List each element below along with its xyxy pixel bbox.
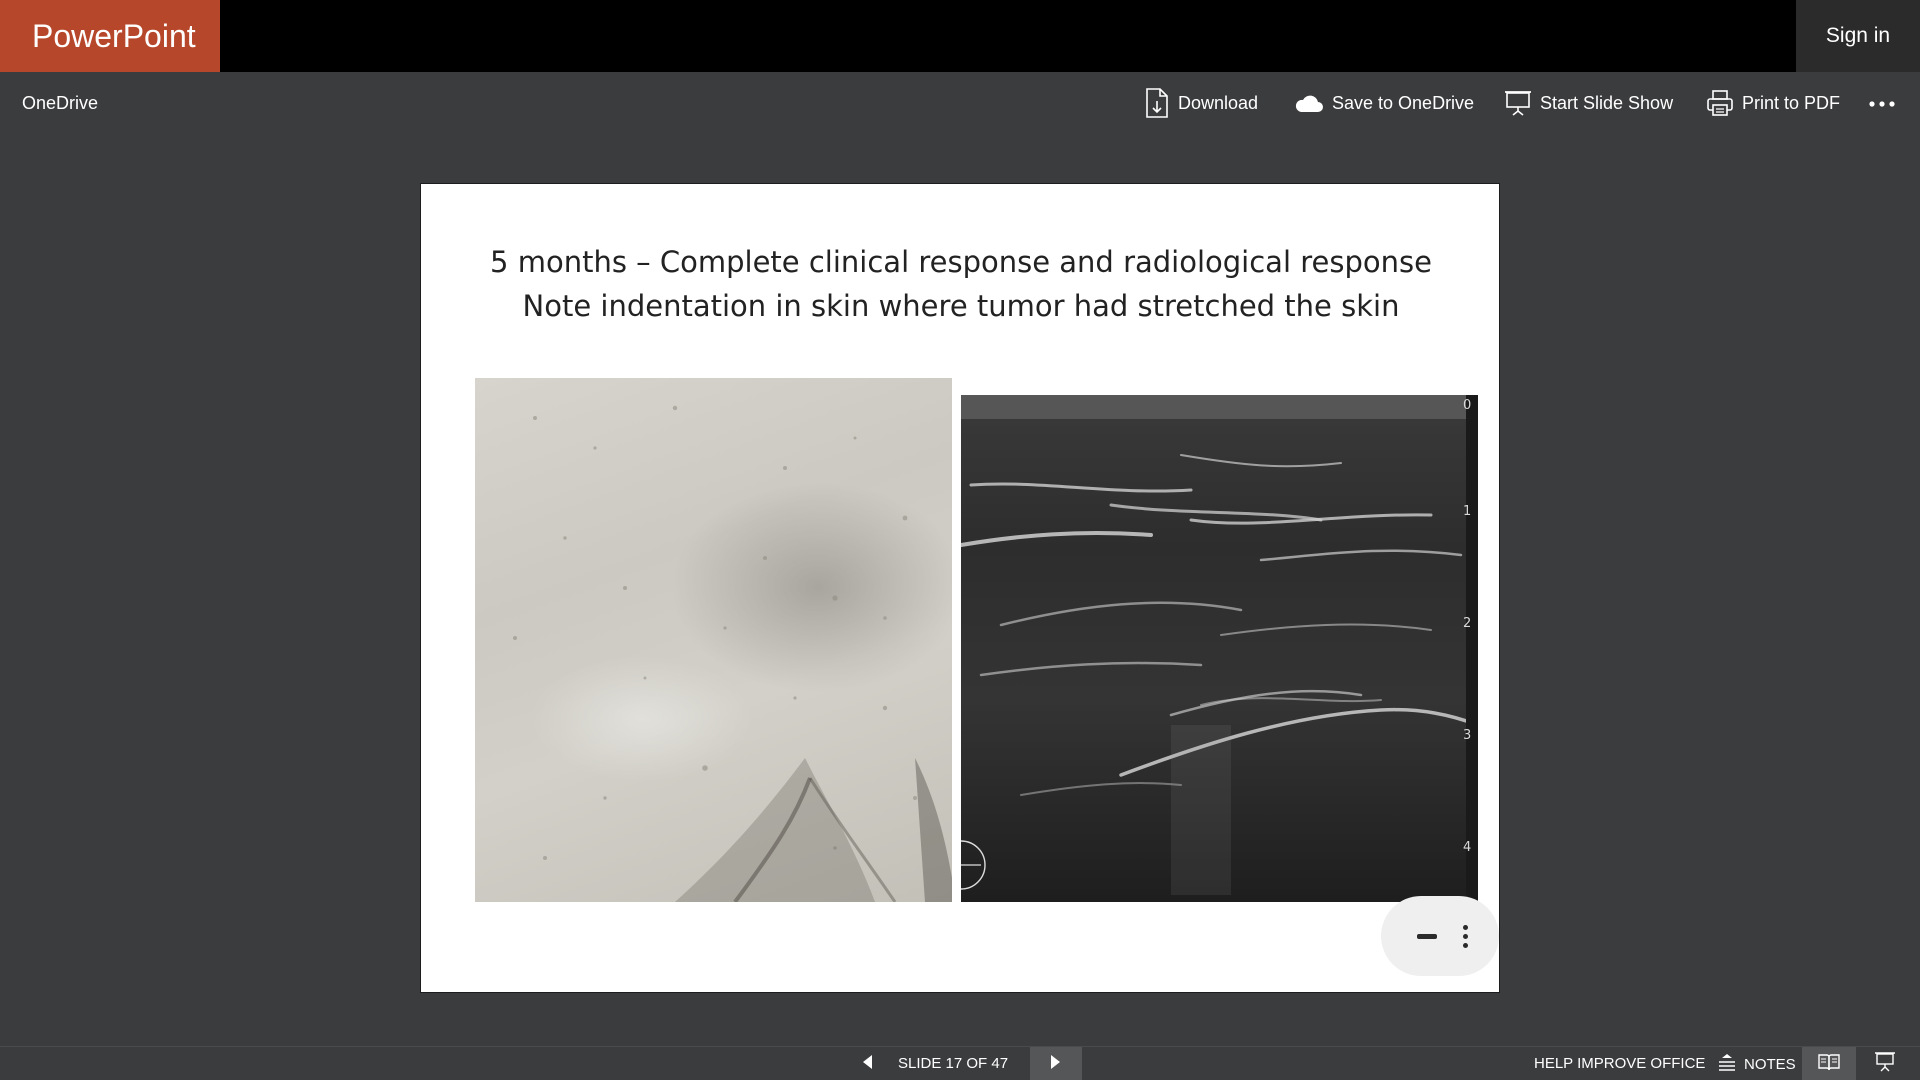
triangle-left-icon [861, 1054, 873, 1075]
slide-counter: SLIDE 17 OF 47 [898, 1055, 1009, 1072]
cloud-icon [1294, 92, 1324, 114]
skin-photo [475, 378, 952, 902]
app-title[interactable]: PowerPoint [0, 0, 220, 72]
breadcrumb-onedrive[interactable]: OneDrive [22, 72, 98, 134]
start-slide-show-button[interactable]: Start Slide Show [1504, 72, 1673, 134]
presentation-icon [1874, 1051, 1896, 1077]
help-improve-office-link[interactable]: HELP IMPROVE OFFICE [1534, 1047, 1705, 1080]
previous-slide-button[interactable] [852, 1047, 882, 1080]
command-bar: OneDrive Download Save to OneDrive Start… [0, 72, 1920, 134]
save-to-onedrive-button[interactable]: Save to OneDrive [1294, 72, 1474, 134]
ellipsis-icon [1869, 94, 1895, 112]
depth-scale-4: 4 [1463, 840, 1471, 855]
sign-in-button[interactable]: Sign in [1796, 0, 1920, 72]
depth-scale-1: 1 [1463, 504, 1471, 519]
reading-view-button[interactable] [1802, 1047, 1856, 1080]
ultrasound-image: 0 1 2 3 4 [961, 395, 1478, 902]
save-to-onedrive-label: Save to OneDrive [1332, 92, 1475, 113]
book-icon [1818, 1053, 1840, 1076]
zoom-out-button[interactable] [1417, 934, 1437, 939]
download-button[interactable]: Download [1144, 72, 1258, 134]
print-to-pdf-button[interactable]: Print to PDF [1706, 72, 1840, 134]
download-icon [1144, 88, 1170, 118]
slide-controls [1381, 896, 1499, 976]
status-bar: SLIDE 17 OF 47 HELP IMPROVE OFFICE NOTES [0, 1046, 1920, 1080]
more-vertical-icon[interactable] [1463, 925, 1469, 949]
download-label: Download [1178, 92, 1259, 113]
slide-title: 5 months – Complete clinical response an… [421, 240, 1501, 328]
next-slide-button[interactable] [1030, 1047, 1082, 1080]
depth-scale-3: 3 [1463, 728, 1471, 743]
depth-scale-2: 2 [1463, 616, 1471, 631]
depth-scale-0: 0 [1463, 398, 1471, 413]
presentation-icon [1504, 90, 1532, 116]
notes-icon [1718, 1053, 1736, 1075]
notes-button[interactable]: NOTES [1718, 1047, 1796, 1080]
slide-title-line2: Note indentation in skin where tumor had… [522, 289, 1400, 323]
start-slide-show-label: Start Slide Show [1540, 92, 1674, 113]
triangle-right-icon [1050, 1054, 1062, 1075]
slide-canvas: 5 months – Complete clinical response an… [420, 183, 1500, 993]
top-bar: PowerPoint Sign in [0, 0, 1920, 72]
notes-label: NOTES [1744, 1055, 1796, 1073]
print-to-pdf-label: Print to PDF [1742, 92, 1841, 113]
printer-icon [1706, 89, 1734, 117]
slide-title-line1: 5 months – Complete clinical response an… [490, 245, 1432, 279]
more-options-button[interactable] [1862, 72, 1902, 134]
slide-show-view-button[interactable] [1870, 1047, 1900, 1080]
